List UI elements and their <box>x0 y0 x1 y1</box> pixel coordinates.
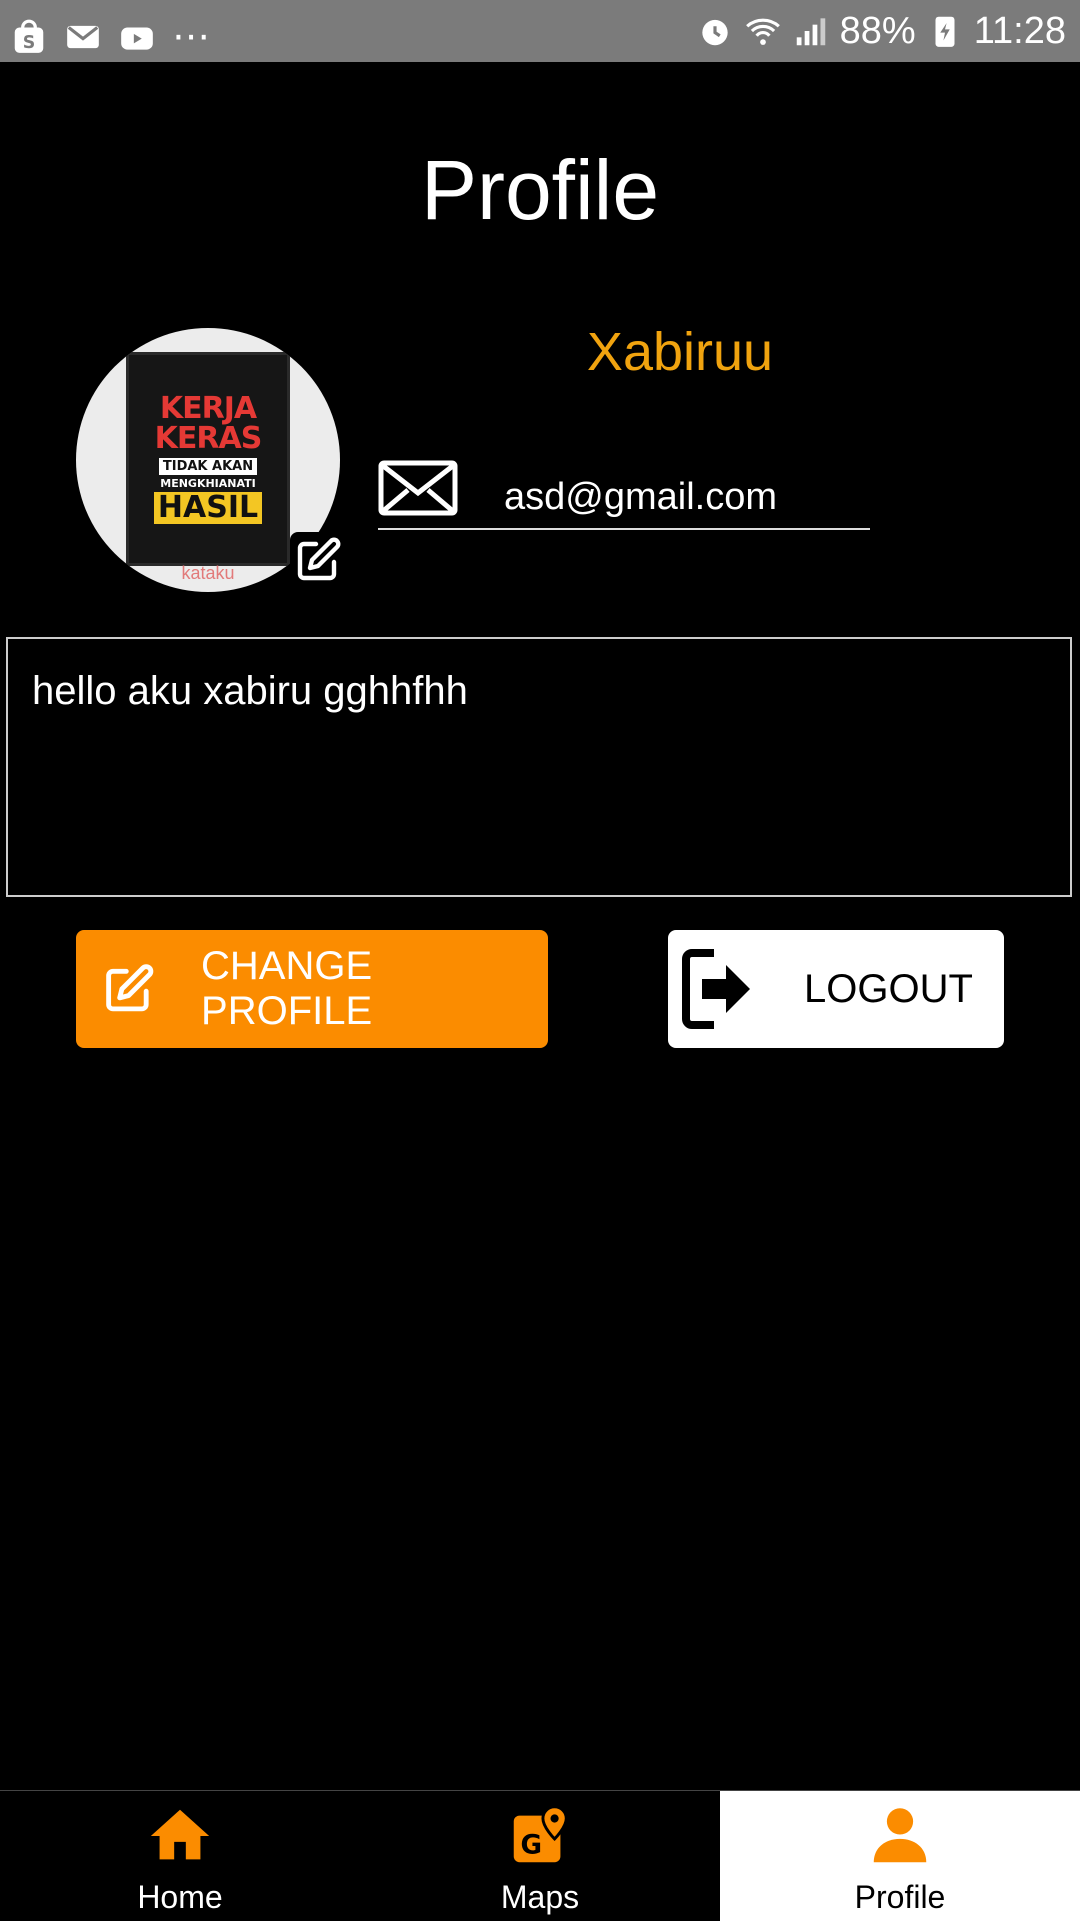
edit-icon <box>106 964 154 1012</box>
nav-label-profile: Profile <box>854 1879 946 1915</box>
username: Xabiruu <box>586 322 774 382</box>
change-profile-label: CHANGE PROFILE <box>201 944 373 1033</box>
mail-icon <box>67 25 99 49</box>
map-pin-icon: G <box>513 1805 568 1863</box>
nav-item-maps[interactable]: G Maps <box>360 1791 720 1921</box>
bio-textarea[interactable]: hello aku xabiru gghhfhh <box>6 637 1072 897</box>
nav-label-home: Home <box>137 1879 223 1915</box>
logout-label: LOGOUT <box>804 966 973 1011</box>
wifi-icon <box>745 18 780 45</box>
nav-label-maps: Maps <box>500 1879 580 1915</box>
more-dots-icon: ⋯ <box>172 16 210 58</box>
video-icon <box>121 27 153 50</box>
nav-item-profile[interactable]: Profile <box>720 1791 1080 1921</box>
home-icon <box>150 1809 210 1860</box>
logout-icon <box>682 949 750 1029</box>
person-icon <box>873 1808 927 1863</box>
poster-line2: KERAS <box>154 421 263 456</box>
nav-item-home[interactable]: Home <box>0 1791 360 1921</box>
alarm-icon <box>701 19 728 46</box>
email-field[interactable]: asd@gmail.com <box>378 450 870 530</box>
poster-line1: KERJA <box>159 391 257 426</box>
poster-line3: TIDAK AKAN <box>158 458 258 475</box>
page-title: Profile <box>420 143 660 237</box>
svg-text:G: G <box>520 1831 542 1861</box>
avatar-poster-image: KERJA KERAS TIDAK AKAN MENGKHIANATI HASI… <box>126 352 290 566</box>
status-left-icons: S ⋯ <box>10 12 210 62</box>
change-profile-button[interactable]: CHANGE PROFILE <box>76 930 548 1048</box>
status-right: 88% 11:28 <box>696 6 1066 56</box>
edit-icon <box>297 537 341 581</box>
battery-percent: 88% <box>839 10 916 52</box>
shopping-bag-icon: S <box>14 19 44 53</box>
battery-charging-icon <box>935 16 955 47</box>
signal-icon <box>796 18 825 46</box>
svg-text:S: S <box>23 33 36 53</box>
clock-time: 11:28 <box>973 10 1066 52</box>
poster-line5: HASIL <box>153 492 263 524</box>
avatar-container: KERJA KERAS TIDAK AKAN MENGKHIANATI HASI… <box>76 328 346 592</box>
logout-button[interactable]: LOGOUT <box>668 930 1004 1048</box>
mail-icon <box>378 460 458 516</box>
bottom-navigation: Home G Maps Profile <box>0 1790 1080 1921</box>
status-bar: S ⋯ 88% 11:28 <box>0 0 1080 62</box>
poster-line4: MENGKHIANATI <box>160 477 256 490</box>
email-value: asd@gmail.com <box>504 476 777 518</box>
edit-avatar-button[interactable] <box>290 532 346 588</box>
